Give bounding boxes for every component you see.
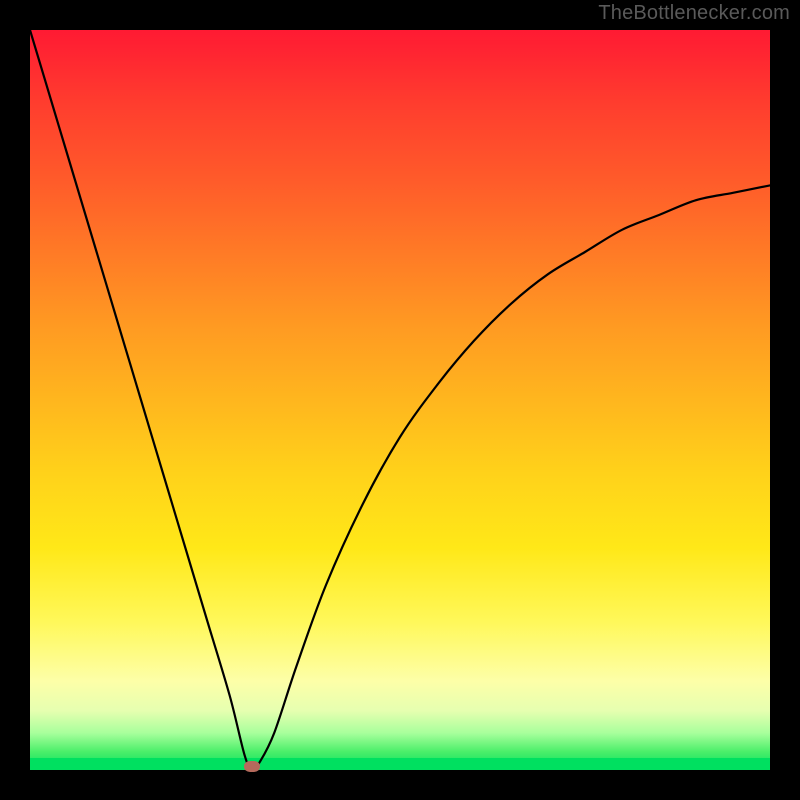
optimal-point-marker (244, 761, 260, 772)
bottleneck-curve (30, 30, 770, 770)
watermark-text: TheBottlenecker.com (598, 2, 790, 25)
chart-frame: TheBottlenecker.com (0, 0, 800, 800)
plot-area (30, 30, 770, 770)
